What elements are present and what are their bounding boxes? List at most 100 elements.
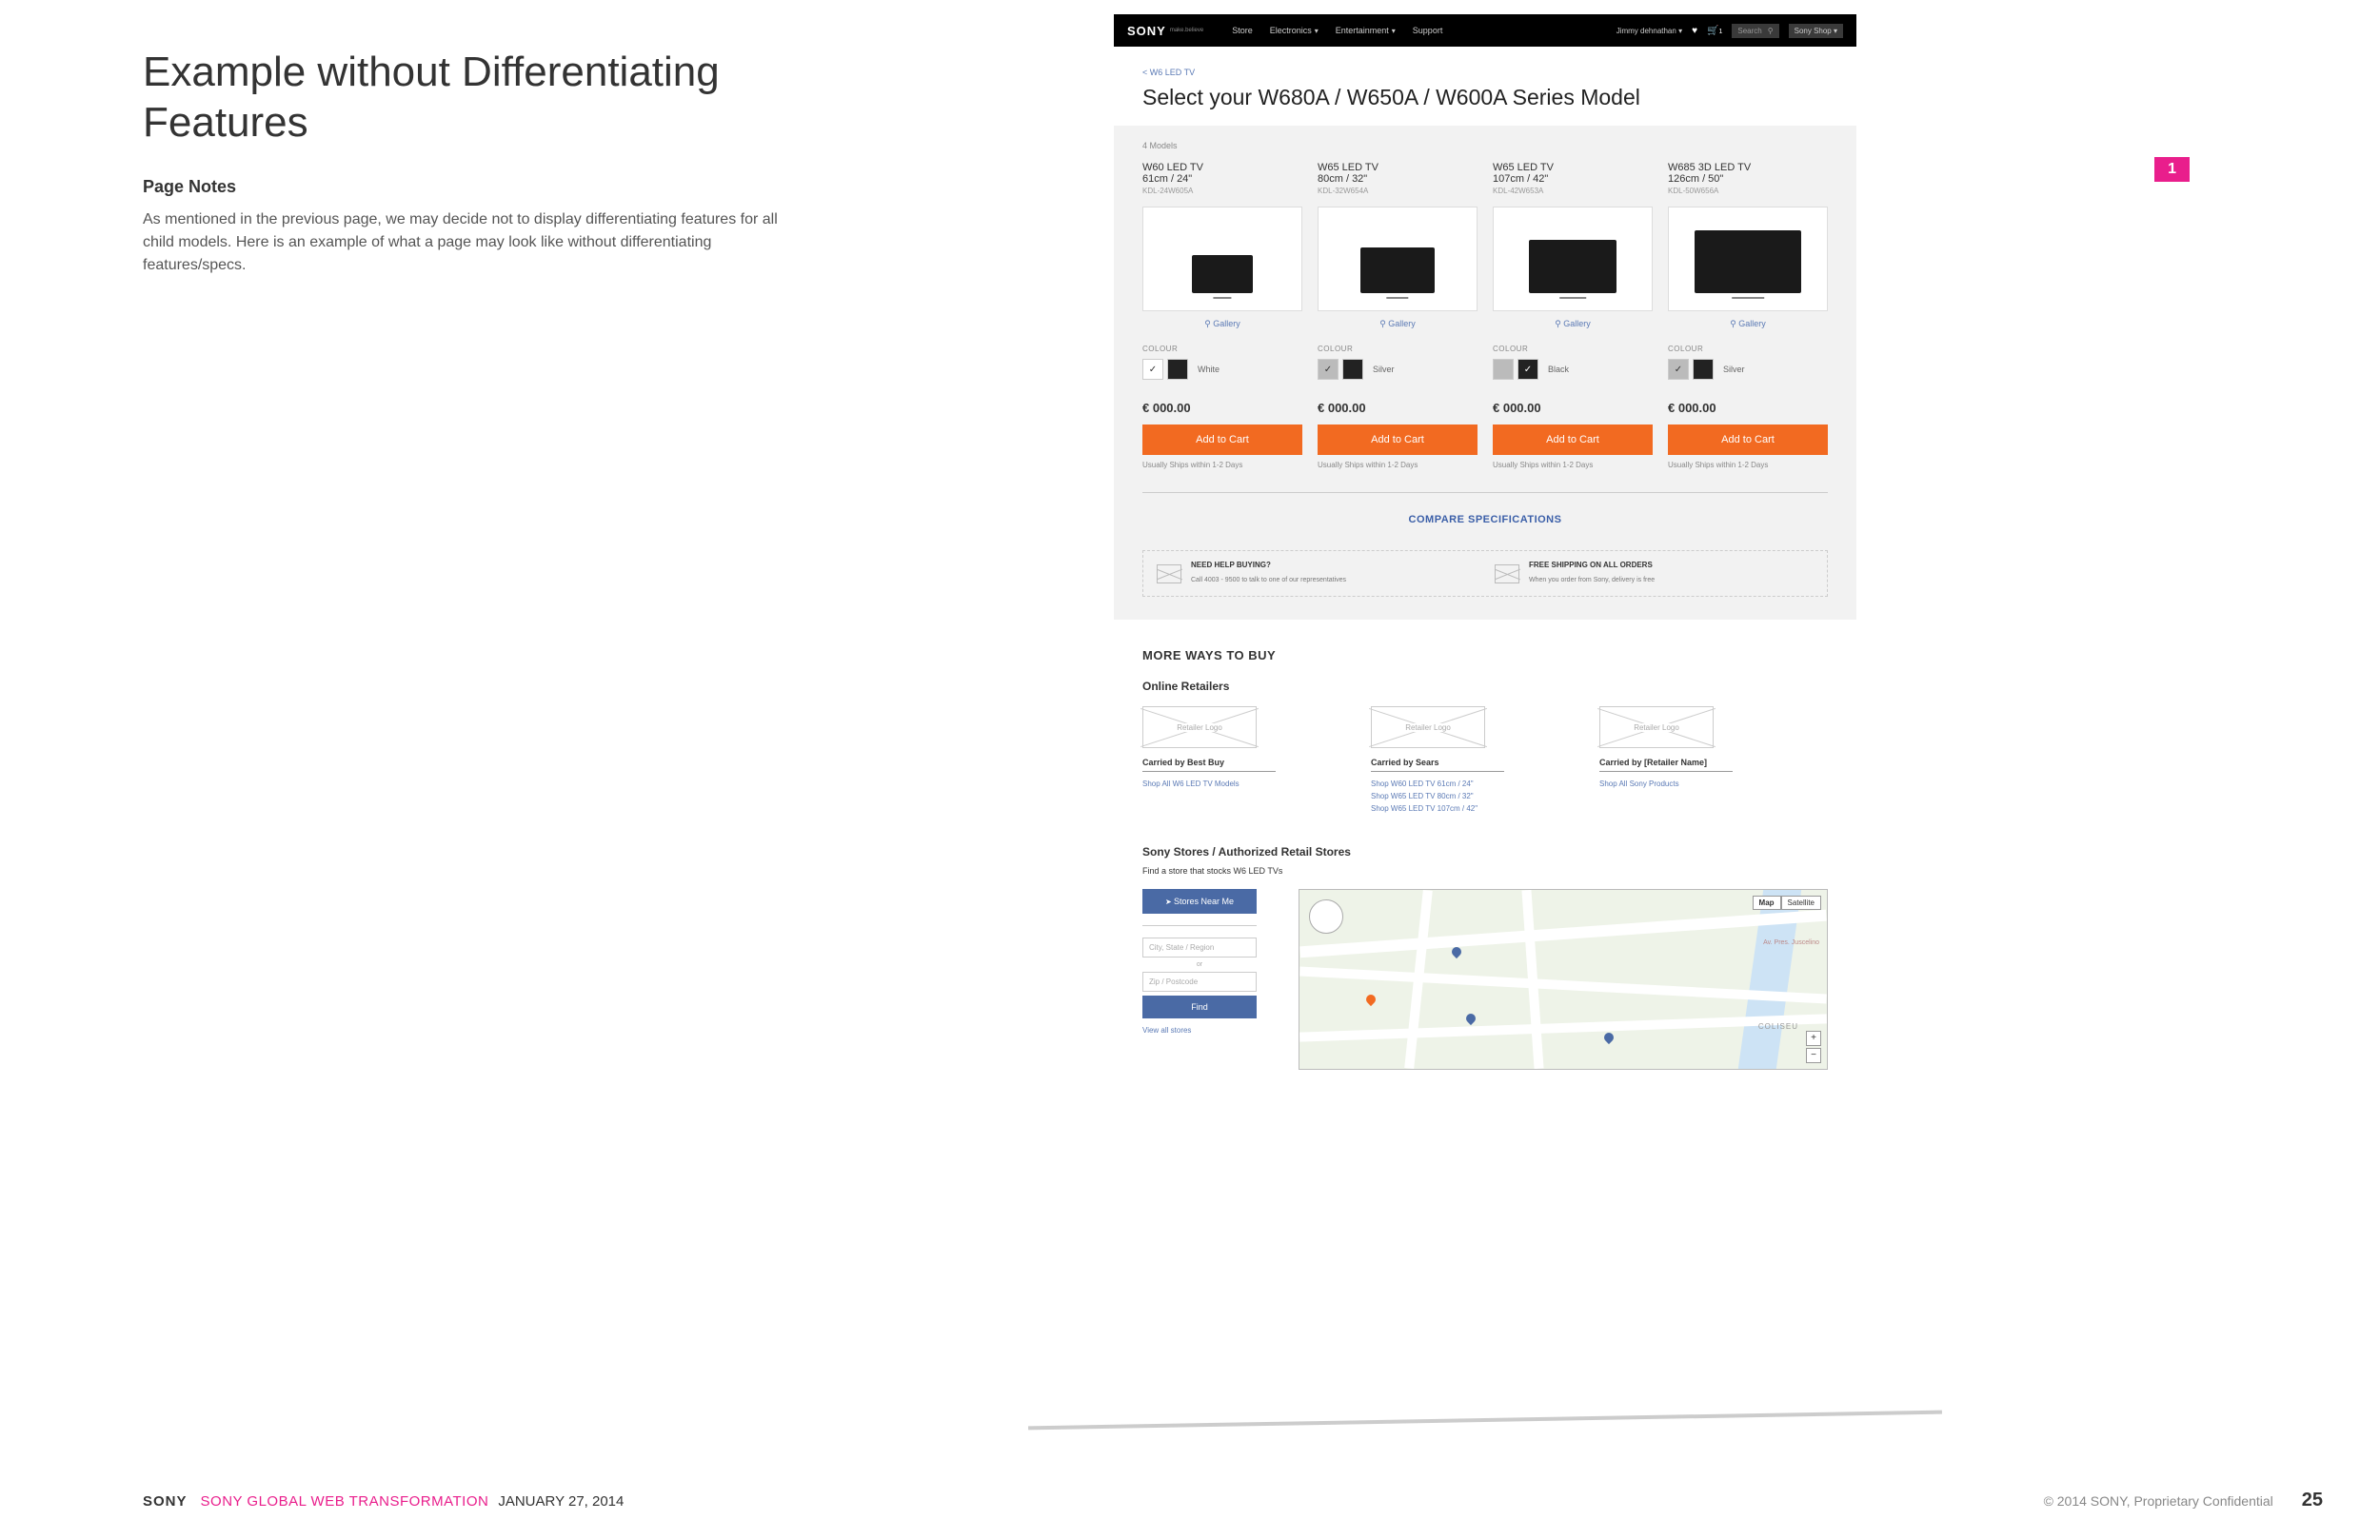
product-name: W60 LED TV [1142, 162, 1302, 173]
colour-label: COLOUR [1493, 345, 1653, 353]
map-zoom-out[interactable]: − [1806, 1048, 1821, 1063]
product-dimensions: 107cm / 42" [1493, 173, 1653, 185]
product-dimensions: 126cm / 50" [1668, 173, 1828, 185]
product-thumbnail[interactable] [1142, 207, 1302, 311]
retailer-shop-link[interactable]: Shop All Sony Products [1599, 780, 1790, 788]
product-name: W65 LED TV [1318, 162, 1478, 173]
store-map[interactable]: Av. Pres. Juscelino COLISEU Map Satellit… [1299, 889, 1828, 1070]
colour-swatch[interactable] [1693, 359, 1714, 380]
colour-swatch[interactable]: ✓ [1517, 359, 1538, 380]
retailer-shop-link[interactable]: Shop All W6 LED TV Models [1142, 780, 1333, 788]
product-dimensions: 61cm / 24" [1142, 173, 1302, 185]
product-grid-section: 4 Models W60 LED TV 61cm / 24" KDL-24W60… [1114, 126, 1856, 620]
add-to-cart-button[interactable]: Add to Cart [1493, 424, 1653, 455]
retailer-block: Retailer Logo Carried by [Retailer Name]… [1599, 706, 1790, 817]
stores-subheading: Find a store that stocks W6 LED TVs [1142, 866, 1828, 876]
gallery-link[interactable]: Gallery [1142, 319, 1302, 329]
product-sku: KDL-24W605A [1142, 187, 1302, 195]
find-button[interactable]: Find [1142, 996, 1257, 1018]
city-input[interactable]: City, State / Region [1142, 938, 1257, 958]
product-sku: KDL-32W654A [1318, 187, 1478, 195]
map-pin-icon[interactable] [1364, 993, 1378, 1006]
nav-electronics[interactable]: Electronics▾ [1270, 26, 1319, 35]
placeholder-image-icon [1157, 564, 1181, 583]
map-type-satellite[interactable]: Satellite [1781, 896, 1821, 910]
add-to-cart-button[interactable]: Add to Cart [1668, 424, 1828, 455]
mwtb-heading: MORE WAYS TO BUY [1142, 648, 1828, 662]
colour-swatch[interactable]: ✓ [1142, 359, 1163, 380]
footer-project: SONY GLOBAL WEB TRANSFORMATION [201, 1493, 489, 1510]
free-shipping-body: When you order from Sony, delivery is fr… [1529, 577, 1655, 583]
search-input[interactable]: Search⚲ [1732, 24, 1778, 38]
product-thumbnail[interactable] [1318, 207, 1478, 311]
shipping-note: Usually Ships within 1-2 Days [1493, 461, 1653, 469]
product-dimensions: 80cm / 32" [1318, 173, 1478, 185]
notes-heading: Page Notes [143, 177, 809, 197]
zip-input[interactable]: Zip / Postcode [1142, 972, 1257, 992]
help-buying-body: Call 4003 - 9500 to talk to one of our r… [1191, 577, 1346, 583]
map-pin-icon[interactable] [1464, 1012, 1478, 1025]
nav-support[interactable]: Support [1413, 26, 1443, 35]
retailer-logo-placeholder: Retailer Logo [1142, 706, 1257, 748]
compare-specs-link[interactable]: COMPARE SPECIFICATIONS [1409, 514, 1562, 525]
gallery-link[interactable]: Gallery [1493, 319, 1653, 329]
colour-swatch[interactable] [1493, 359, 1514, 380]
map-pin-icon[interactable] [1602, 1031, 1616, 1044]
or-label: or [1142, 961, 1257, 968]
retailer-shop-link[interactable]: Shop W60 LED TV 61cm / 24" [1371, 780, 1561, 788]
breadcrumb[interactable]: < W6 LED TV [1142, 68, 1828, 77]
retailer-logo-placeholder: Retailer Logo [1599, 706, 1714, 748]
brand-tagline: make.believe [1170, 28, 1203, 33]
product-sku: KDL-42W653A [1493, 187, 1653, 195]
colour-label: COLOUR [1668, 345, 1828, 353]
stores-near-me-button[interactable]: Stores Near Me [1142, 889, 1257, 914]
colour-label: COLOUR [1142, 345, 1302, 353]
retailer-block: Retailer Logo Carried by Best Buy Shop A… [1142, 706, 1333, 817]
help-banner: NEED HELP BUYING?Call 4003 - 9500 to tal… [1142, 550, 1828, 597]
wishlist-icon[interactable]: ♥ [1692, 26, 1697, 36]
gallery-link[interactable]: Gallery [1668, 319, 1828, 329]
product-thumbnail[interactable] [1668, 207, 1828, 311]
shop-dropdown[interactable]: Sony Shop ▾ [1789, 24, 1843, 38]
retailer-shop-link[interactable]: Shop W65 LED TV 107cm / 42" [1371, 804, 1561, 813]
gallery-link[interactable]: Gallery [1318, 319, 1478, 329]
mockup-frame: SONY make.believe Store Electronics▾ Ent… [1114, 14, 1856, 1089]
colour-name: White [1198, 365, 1220, 374]
user-menu[interactable]: Jimmy dehnathan ▾ [1616, 27, 1682, 35]
footer-brand: SONY [143, 1493, 188, 1510]
brand-logo[interactable]: SONY [1127, 24, 1166, 38]
retailer-carried-by: Carried by Sears [1371, 758, 1504, 772]
cart-icon[interactable]: 🛒1 [1707, 26, 1722, 36]
map-type-map[interactable]: Map [1753, 896, 1781, 910]
add-to-cart-button[interactable]: Add to Cart [1142, 424, 1302, 455]
view-all-stores-link[interactable]: View all stores [1142, 1026, 1285, 1035]
product-price: € 000.00 [1668, 401, 1828, 415]
doc-footer: SONY SONY GLOBAL WEB TRANSFORMATION JANU… [143, 1490, 2323, 1511]
doc-title: Example without Differentiating Features [143, 48, 809, 148]
retailer-shop-link[interactable]: Shop W65 LED TV 80cm / 32" [1371, 792, 1561, 800]
map-pan-control[interactable] [1309, 899, 1343, 934]
search-icon: ⚲ [1768, 27, 1774, 35]
colour-swatch[interactable] [1167, 359, 1188, 380]
product-card: W60 LED TV 61cm / 24" KDL-24W605A Galler… [1142, 162, 1302, 469]
colour-swatch[interactable] [1342, 359, 1363, 380]
colour-swatch[interactable]: ✓ [1668, 359, 1689, 380]
map-zoom-in[interactable]: + [1806, 1031, 1821, 1046]
colour-swatch[interactable]: ✓ [1318, 359, 1339, 380]
product-thumbnail[interactable] [1493, 207, 1653, 311]
product-price: € 000.00 [1493, 401, 1653, 415]
colour-label: COLOUR [1318, 345, 1478, 353]
add-to-cart-button[interactable]: Add to Cart [1318, 424, 1478, 455]
stores-heading: Sony Stores / Authorized Retail Stores [1142, 845, 1828, 859]
product-sku: KDL-50W656A [1668, 187, 1828, 195]
chevron-down-icon: ▾ [1392, 27, 1396, 35]
product-card: W65 LED TV 107cm / 42" KDL-42W653A Galle… [1493, 162, 1653, 469]
nav-store[interactable]: Store [1232, 26, 1253, 35]
retailer-block: Retailer Logo Carried by Sears Shop W60 … [1371, 706, 1561, 817]
footer-date: JANUARY 27, 2014 [498, 1493, 624, 1510]
nav-entertainment[interactable]: Entertainment▾ [1336, 26, 1396, 35]
map-road-label: Av. Pres. Juscelino [1763, 939, 1819, 946]
placeholder-image-icon [1495, 564, 1519, 583]
product-price: € 000.00 [1318, 401, 1478, 415]
colour-name: Black [1548, 365, 1569, 374]
